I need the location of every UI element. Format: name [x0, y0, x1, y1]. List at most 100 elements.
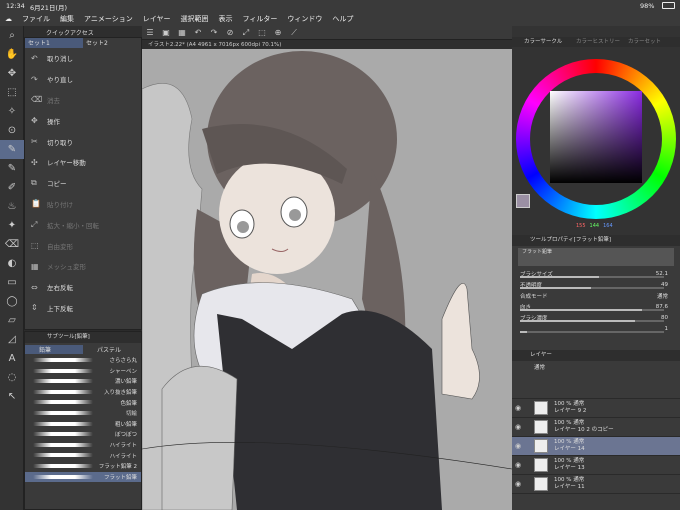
clear-icon[interactable]: ⊘ — [222, 28, 238, 37]
property-slider[interactable] — [520, 287, 664, 289]
quick-access-item[interactable]: ⬚ 自由変形 — [25, 235, 141, 256]
quick-access-item[interactable]: ⇕ 上下反転 — [25, 298, 141, 319]
menu-item-4[interactable]: 選択範囲 — [176, 14, 214, 24]
quick-access-item[interactable]: 📋 貼り付け — [25, 194, 141, 215]
tab-pencil[interactable]: 鉛筆 — [25, 344, 83, 354]
tool-4-icon[interactable]: ✧ — [0, 102, 24, 121]
tool-10-icon[interactable]: ✦ — [0, 216, 24, 235]
tool-7-icon[interactable]: ✎ — [0, 159, 24, 178]
property-row[interactable]: 向き 87.6 — [512, 301, 680, 312]
brush-item[interactable]: 色鉛筆 — [25, 397, 141, 408]
tool-8-icon[interactable]: ✐ — [0, 178, 24, 197]
canvas-tool-icon[interactable]: ▣ — [158, 28, 174, 37]
property-row[interactable]: ブラシ濃度 80 — [512, 312, 680, 323]
eye-icon[interactable]: ◉ — [512, 480, 524, 488]
brush-item[interactable]: 粗い鉛筆 — [25, 419, 141, 430]
tool-9-icon[interactable]: ♨ — [0, 197, 24, 216]
undo-icon[interactable]: ↶ — [190, 28, 206, 37]
tool-16-icon[interactable]: ◿ — [0, 330, 24, 349]
quick-access-item[interactable]: ✣ レイヤー移動 — [25, 152, 141, 173]
brush-item[interactable]: 濃い鉛筆 — [25, 376, 141, 387]
property-slider[interactable] — [520, 309, 664, 311]
document-tab[interactable]: イラスト2.22* (A4 4961 x 7016px 600dpi 70.1%… — [142, 40, 512, 49]
select-icon[interactable]: ⬚ — [254, 28, 270, 37]
eye-icon[interactable]: ◉ — [512, 423, 524, 431]
tool-18-icon[interactable]: ◌ — [0, 368, 24, 387]
quick-access-item[interactable]: ↶ 取り消し — [25, 48, 141, 69]
menu-item-6[interactable]: フィルター — [238, 14, 283, 24]
tool-17-icon[interactable]: A — [0, 349, 24, 368]
quick-access-item[interactable]: ✂ 切り取り — [25, 131, 141, 152]
transform-icon[interactable]: ⤢ — [238, 28, 254, 38]
property-slider[interactable] — [520, 331, 664, 333]
tool-5-icon[interactable]: ⊙ — [0, 121, 24, 140]
layer-row[interactable]: ◉ 100 % 通常 レイヤー 10 2 のコピー — [512, 418, 680, 437]
brush-stroke-preview — [33, 432, 93, 437]
brush-item[interactable]: フラット鉛筆 2 — [25, 461, 141, 472]
layer-row[interactable]: ◉ 100 % 通常 レイヤー 9 2 — [512, 399, 680, 418]
quick-access-item[interactable]: ⌫ 消去 — [25, 90, 141, 111]
brush-item[interactable]: ハイライト — [25, 450, 141, 461]
menu-item-0[interactable]: ファイル — [17, 14, 55, 24]
tool-15-icon[interactable]: ▱ — [0, 311, 24, 330]
ruler-icon[interactable]: ⟋ — [286, 28, 302, 38]
tool-0-icon[interactable]: ⌕ — [0, 26, 24, 45]
grid-icon[interactable]: ▦ — [174, 28, 190, 37]
property-row[interactable]: 不透明度 49 — [512, 279, 680, 290]
fill-icon[interactable]: ⊕ — [270, 28, 286, 37]
quick-access-item[interactable]: ⇔ 左右反転 — [25, 277, 141, 298]
menu-icon[interactable]: ☰ — [142, 28, 158, 37]
eye-icon[interactable]: ◉ — [512, 461, 524, 469]
tool-1-icon[interactable]: ✋ — [0, 45, 24, 64]
brush-item[interactable]: フラット鉛筆 — [25, 471, 141, 483]
tool-3-icon[interactable]: ⬚ — [0, 83, 24, 102]
drawing-canvas[interactable] — [142, 49, 512, 510]
layer-row[interactable]: ◉ 100 % 通常 レイヤー 13 — [512, 456, 680, 475]
tool-12-icon[interactable]: ◐ — [0, 254, 24, 273]
tool-2-icon[interactable]: ✥ — [0, 64, 24, 83]
property-slider[interactable] — [520, 276, 664, 278]
saturation-value-square[interactable] — [550, 91, 642, 183]
property-row[interactable]: 合成モード 通常 — [512, 290, 680, 301]
menu-item-8[interactable]: ヘルプ — [327, 14, 358, 24]
menu-item-5[interactable]: 表示 — [214, 14, 238, 24]
property-slider[interactable] — [520, 320, 664, 322]
tool-19-icon[interactable]: ↖ — [0, 387, 24, 406]
menu-item-7[interactable]: ウィンドウ — [282, 14, 327, 24]
tab-color-circle[interactable]: カラーサークル — [512, 37, 576, 47]
red-value: 155 — [576, 223, 586, 229]
menu-item-2[interactable]: アニメーション — [79, 14, 138, 24]
tab-set1[interactable]: セット1 — [25, 38, 83, 48]
eye-icon[interactable]: ◉ — [512, 442, 524, 450]
tab-color-history[interactable]: カラーヒストリー — [576, 37, 628, 47]
tool-13-icon[interactable]: ▭ — [0, 273, 24, 292]
brush-item[interactable]: ハイライト — [25, 440, 141, 451]
tool-11-icon[interactable]: ⌫ — [0, 235, 24, 254]
layer-blend-mode[interactable]: 通常 — [534, 363, 545, 371]
quick-access-item[interactable]: ✥ 操作 — [25, 110, 141, 131]
quick-access-item[interactable]: ↷ やり直し — [25, 69, 141, 90]
quick-access-item[interactable]: ⧉ コピー — [25, 173, 141, 194]
eye-icon[interactable]: ◉ — [512, 404, 524, 412]
property-row[interactable]: ブラシサイズ 52.1 — [512, 268, 680, 279]
tab-set2[interactable]: セット2 — [83, 38, 141, 48]
property-row[interactable]: 1 — [512, 323, 680, 334]
quick-access-item[interactable]: ▦ メッシュ変形 — [25, 256, 141, 277]
layer-row[interactable]: ◉ 100 % 通常 レイヤー 14 — [512, 437, 680, 456]
redo-icon[interactable]: ↷ — [206, 28, 222, 37]
brush-item[interactable]: さらさら丸 — [25, 355, 141, 366]
tool-6-icon[interactable]: ✎ — [0, 140, 24, 159]
app-icon[interactable]: ☁ — [0, 15, 17, 23]
menu-item-3[interactable]: レイヤー — [138, 14, 176, 24]
main-color-swatch[interactable] — [516, 194, 530, 208]
brush-item[interactable]: シャーペン — [25, 366, 141, 377]
layer-row[interactable]: ◉ 100 % 通常 レイヤー 11 — [512, 475, 680, 494]
tab-pastel[interactable]: パステル — [83, 345, 141, 354]
tab-color-set[interactable]: カラーセット — [628, 37, 680, 47]
tool-14-icon[interactable]: ◯ — [0, 292, 24, 311]
brush-item[interactable]: 切絵 — [25, 408, 141, 419]
menu-item-1[interactable]: 編集 — [55, 14, 79, 24]
quick-access-item[interactable]: ⤢ 拡大・縮小・回転 — [25, 214, 141, 235]
brush-item[interactable]: 入り抜き鉛筆 — [25, 387, 141, 398]
brush-item[interactable]: ぼつぼつ — [25, 429, 141, 440]
